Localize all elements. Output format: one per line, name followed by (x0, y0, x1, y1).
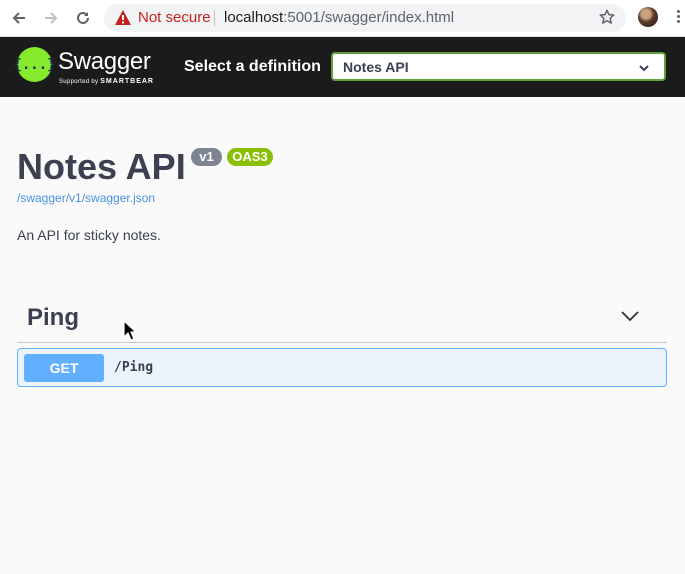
tag-header-ping[interactable]: Ping (17, 297, 667, 343)
bookmark-star-icon[interactable] (598, 8, 616, 31)
tag-name: Ping (27, 304, 79, 331)
oas-badge: OAS3 (227, 148, 273, 166)
logo-sub-prefix: Supported by (59, 79, 99, 85)
swagger-logo-icon[interactable]: {...} (13, 47, 56, 82)
definition-select-label: Select a definition (184, 58, 321, 75)
mouse-pointer-icon (123, 320, 137, 346)
http-method-badge: GET (24, 354, 104, 382)
reload-icon[interactable] (72, 7, 94, 29)
definition-select[interactable]: Notes API (331, 52, 666, 81)
version-badge: v1 (191, 148, 222, 166)
profile-avatar[interactable] (638, 7, 658, 27)
back-icon[interactable] (8, 7, 30, 29)
warning-icon[interactable] (114, 9, 132, 31)
browser-menu-icon[interactable] (674, 8, 684, 28)
omnibox-divider (214, 10, 215, 26)
url-path: :5001/swagger/index.html (283, 9, 455, 26)
url-text[interactable]: localhost:5001/swagger/index.html (224, 9, 454, 26)
swagger-logo-name[interactable]: Swagger (58, 48, 151, 76)
api-description: An API for sticky notes. (17, 227, 161, 243)
chevron-down-icon[interactable] (620, 309, 640, 328)
swagger-logo-subtitle: Supported by SMARTBEAR (59, 78, 154, 85)
swagger-topbar: {...} Swagger Supported by SMARTBEAR Sel… (0, 37, 685, 97)
address-bar[interactable]: Not secure localhost:5001/swagger/index.… (104, 4, 626, 32)
logo-sub-brand: SMARTBEAR (100, 78, 154, 85)
operation-path: /Ping (114, 360, 154, 375)
browser-toolbar: Not secure localhost:5001/swagger/index.… (0, 0, 685, 37)
spec-json-link[interactable]: /swagger/v1/swagger.json (17, 191, 155, 205)
operation-get-ping[interactable]: GET /Ping (17, 348, 667, 387)
definition-select-value: Notes API (343, 59, 409, 75)
chevron-down-icon (638, 61, 650, 79)
not-secure-label[interactable]: Not secure (138, 9, 211, 26)
url-host: localhost (224, 9, 284, 26)
forward-icon[interactable] (40, 7, 62, 29)
api-title: Notes API (17, 146, 186, 187)
